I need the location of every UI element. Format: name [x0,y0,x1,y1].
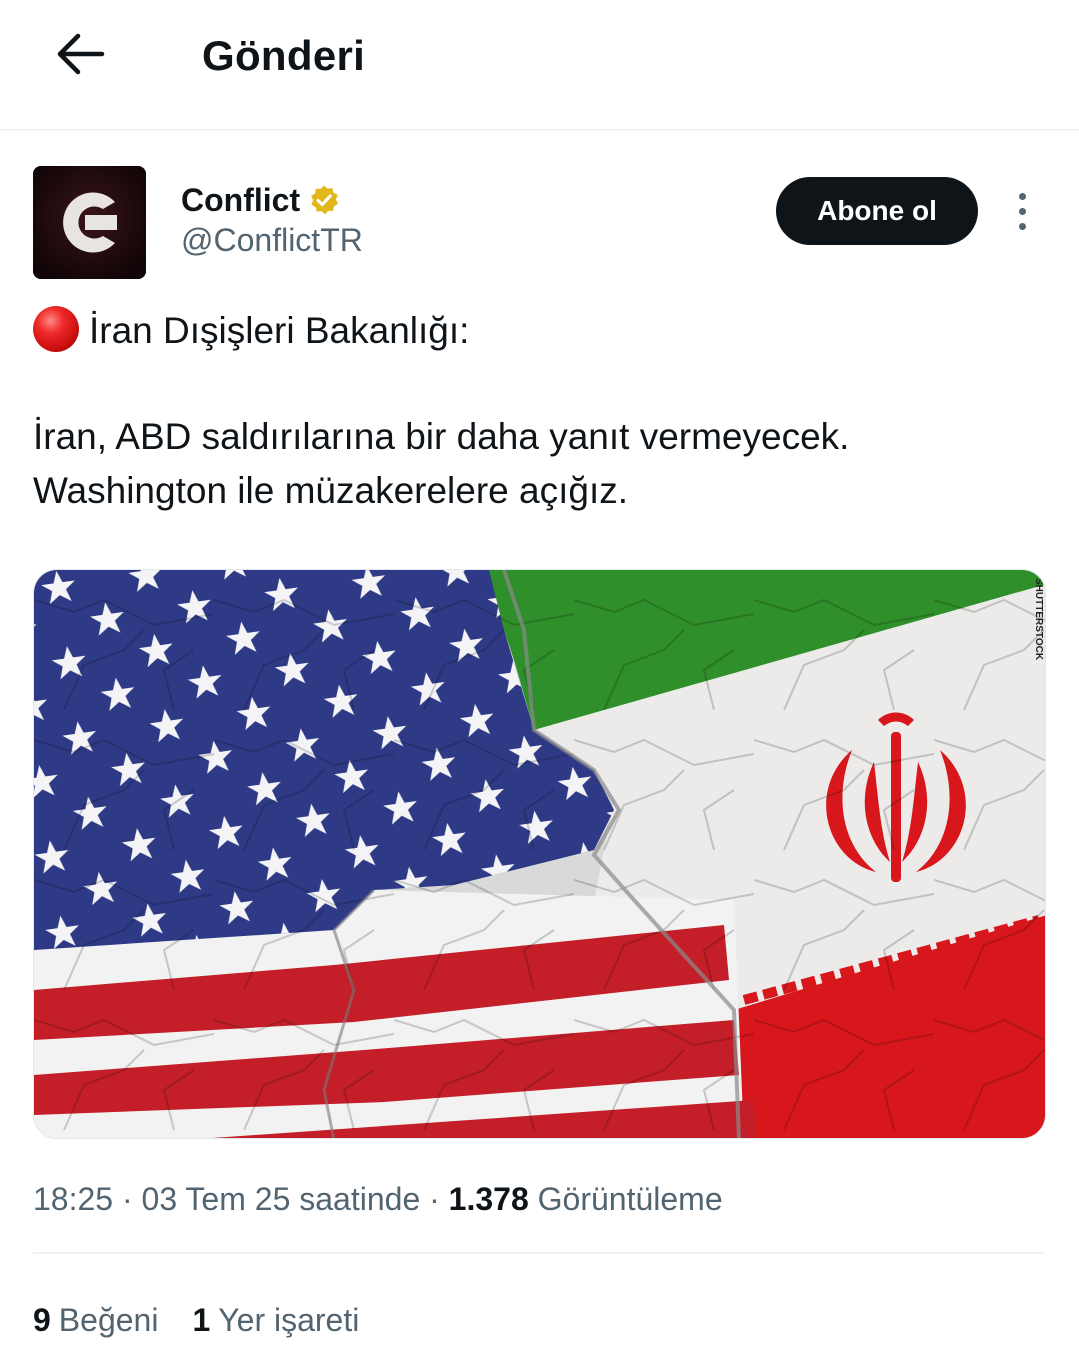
views-count: 1.378 [448,1181,529,1217]
page-title: Gönderi [202,32,366,79]
tweet-time[interactable]: 18:25 [33,1181,113,1217]
tweet-line-1: İran Dışişleri Bakanlığı: [33,304,1043,358]
tweet-stats: 9 Beğeni 1 Yer işareti [33,1298,359,1342]
arrow-left-icon [57,33,105,75]
avatar[interactable] [33,166,146,279]
tweet-text: İran Dışişleri Bakanlığı: İran, ABD sald… [33,304,1043,518]
red-circle-icon [33,306,79,352]
likes-stat[interactable]: 9 Beğeni [33,1298,158,1342]
tweet-line-2: İran, ABD saldırılarına bir daha yanıt v… [33,416,850,457]
follow-button[interactable]: Abone ol [776,177,978,245]
tweet-meta: 18:25 · 03 Tem 25 saatinde · 1.378 Görün… [33,1181,723,1217]
image-watermark: SHUTTERSTOCK [1033,578,1044,661]
tweet-date[interactable]: 03 Tem 25 saatinde [142,1181,421,1217]
tweet-image[interactable]: SHUTTERSTOCK [33,569,1046,1139]
author-name[interactable]: Conflict [181,180,300,220]
top-bar: Gönderi [0,0,1079,131]
author-name-row[interactable]: Conflict [181,180,340,220]
views-label: Görüntüleme [537,1181,723,1217]
tweet-line-3: Washington ile müzakerelere açığız. [33,470,629,511]
back-button[interactable] [48,22,112,86]
more-options-icon[interactable] [1002,186,1042,236]
divider [33,1252,1045,1254]
bookmarks-stat[interactable]: 1 Yer işareti [192,1298,359,1342]
verified-badge-icon [311,185,339,215]
author-handle[interactable]: @ConflictTR [181,220,363,260]
